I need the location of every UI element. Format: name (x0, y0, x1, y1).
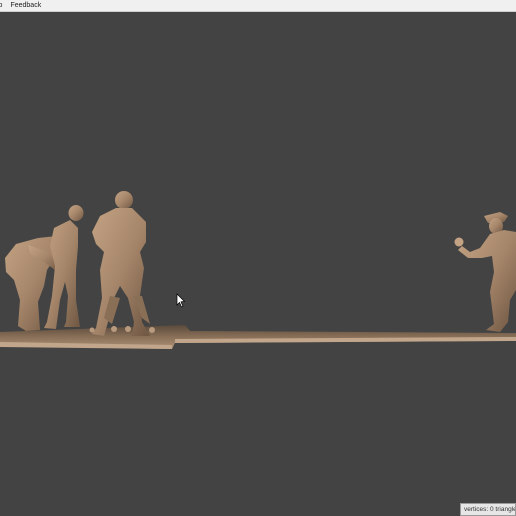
figure-thrower-right (454, 212, 516, 332)
scene-render (0, 191, 516, 349)
menu-bar: lp Feedback (0, 0, 516, 12)
3d-viewport[interactable]: vertices: 0 triangles (0, 12, 516, 516)
status-readout: vertices: 0 triangles (460, 503, 516, 516)
mouse-cursor (176, 293, 186, 308)
base-plinth (0, 325, 516, 349)
figure-standing-left (44, 205, 84, 329)
menu-feedback[interactable]: Feedback (6, 0, 45, 11)
figure-center-back (92, 191, 150, 336)
